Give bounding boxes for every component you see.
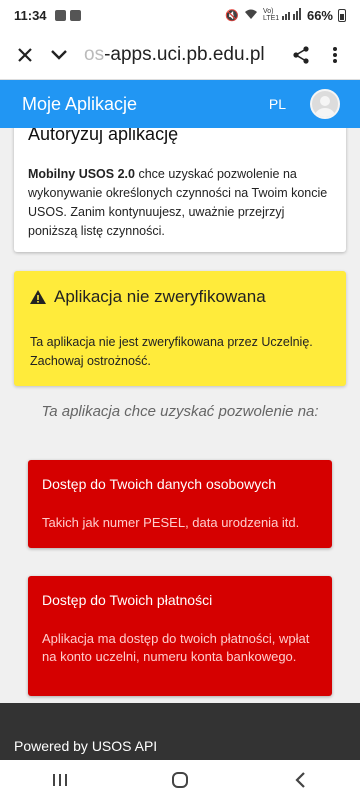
share-icon[interactable] (284, 38, 318, 72)
battery-level: 66% (306, 7, 333, 23)
close-icon[interactable] (8, 38, 42, 72)
home-icon[interactable] (160, 765, 200, 795)
image-icon (69, 9, 81, 21)
permission-card-personal-data: Dostęp do Twoich danych osobowych Takich… (28, 460, 332, 548)
authorize-title: Autoryzuj aplikację (28, 128, 179, 144)
permission-description: Aplikacja ma dostęp do twoich płatności,… (42, 631, 310, 664)
main-content[interactable]: Autoryzuj aplikację Mobilny USOS 2.0 chc… (0, 128, 360, 703)
status-bar: 11:34 🔇 Vo) LTE1 66% (0, 0, 360, 30)
warning-icon (30, 290, 46, 304)
notification-icons (54, 9, 81, 21)
app-bar: Moje Aplikacje PL (0, 80, 360, 128)
unverified-warning-card: Aplikacja nie zweryfikowana Ta aplikacja… (14, 271, 346, 386)
wifi-icon (244, 8, 258, 23)
url-fade: os (84, 43, 105, 65)
signal-icon (281, 7, 302, 23)
avatar[interactable] (310, 89, 340, 119)
permission-card-payments: Dostęp do Twoich płatności Aplikacja ma … (28, 576, 332, 696)
app-title: Moje Aplikacje (22, 93, 138, 114)
url-field[interactable]: os-apps.uci.pb.edu.pl (76, 44, 284, 66)
permissions-heading: Ta aplikacja chce uzyskać pozwolenie na: (41, 403, 319, 420)
mute-icon: 🔇 (225, 9, 239, 22)
system-nav-bar (0, 760, 360, 800)
permission-title: Dostęp do Twoich danych osobowych (42, 476, 276, 492)
language-switch[interactable]: PL (269, 96, 286, 112)
message-icon (54, 9, 66, 21)
url-text: -apps.uci.pb.edu.pl (104, 43, 265, 65)
network-label: Vo) LTE1 (262, 8, 280, 22)
permission-title: Dostęp do Twoich płatności (42, 592, 213, 608)
authorize-description: Mobilny USOS 2.0 chce uzyskać pozwolenie… (28, 165, 332, 241)
warning-title: Aplikacja nie zweryfikowana (54, 287, 266, 306)
app-name: Mobilny USOS 2.0 (28, 167, 135, 181)
warning-text: Ta aplikacja nie jest zweryfikowana prze… (30, 335, 313, 368)
recent-apps-icon[interactable] (40, 765, 80, 795)
footer-text: Powered by USOS API (14, 738, 158, 754)
authorize-card: Autoryzuj aplikację Mobilny USOS 2.0 chc… (14, 128, 346, 252)
permission-description: Takich jak numer PESEL, data urodzenia i… (42, 515, 300, 530)
more-vert-icon[interactable] (318, 38, 352, 72)
back-icon[interactable] (280, 765, 320, 795)
browser-toolbar: os-apps.uci.pb.edu.pl (0, 30, 360, 80)
battery-icon (338, 8, 346, 22)
chevron-down-icon[interactable] (42, 38, 76, 72)
footer: Powered by USOS API (0, 703, 360, 760)
status-time: 11:34 (14, 7, 47, 23)
